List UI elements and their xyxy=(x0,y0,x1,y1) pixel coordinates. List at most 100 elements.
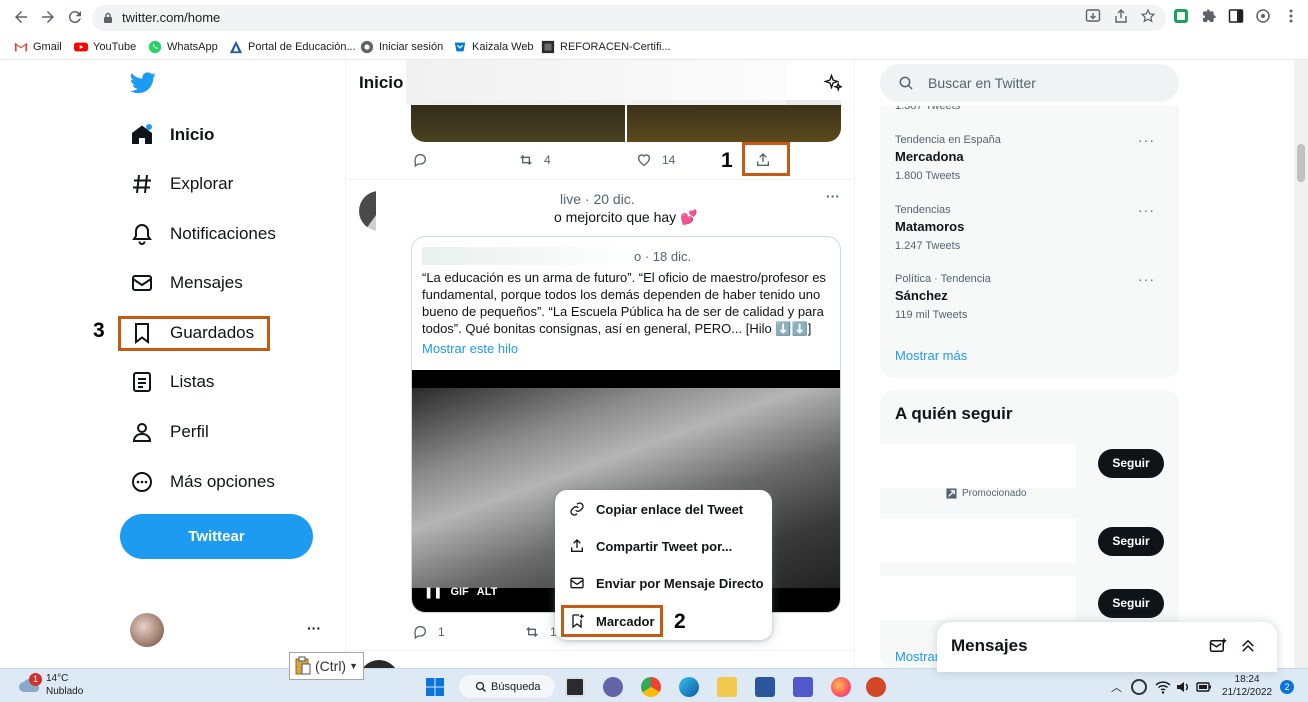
side-panel-icon[interactable] xyxy=(1228,8,1246,26)
star-icon[interactable] xyxy=(1140,8,1158,26)
bookmark-gmail[interactable]: Gmail xyxy=(14,39,62,55)
twitter-logo-icon[interactable] xyxy=(130,72,156,96)
sparkle-icon[interactable] xyxy=(824,74,842,92)
tweet1-like-button[interactable]: 14 xyxy=(636,152,675,168)
weather-badge: 1 xyxy=(29,673,42,686)
windows-start-icon[interactable] xyxy=(425,677,445,697)
share-page-icon[interactable] xyxy=(1113,8,1131,26)
new-message-icon[interactable] xyxy=(1209,637,1227,655)
tweet2-reply-button[interactable]: 1 xyxy=(412,624,445,640)
tweet1-reply-button[interactable] xyxy=(412,152,428,168)
left-navigation: Inicio Explorar Notificaciones Mensajes … xyxy=(0,60,345,668)
nav-item-perfil[interactable]: Perfil xyxy=(130,410,209,454)
page-scrollbar[interactable] xyxy=(1294,60,1308,668)
edge-icon[interactable] xyxy=(679,677,699,697)
address-bar[interactable]: twitter.com/home xyxy=(92,5,1166,31)
battery-icon[interactable] xyxy=(1196,679,1212,695)
reforacen-icon xyxy=(541,40,555,54)
tweet1-image-right[interactable] xyxy=(627,100,841,142)
extensions-puzzle-icon[interactable] xyxy=(1201,8,1219,26)
taskbar-search[interactable]: Búsqueda xyxy=(458,674,556,699)
highlight-guardados xyxy=(118,316,270,351)
file-explorer-icon[interactable] xyxy=(717,677,737,697)
browser-menu-icon[interactable] xyxy=(1283,8,1301,26)
gmail-icon xyxy=(14,42,28,52)
chrome-icon[interactable] xyxy=(641,677,661,697)
bookmark-portal-educacion[interactable]: Portal de Educación... xyxy=(229,39,356,55)
trend-more-icon[interactable]: ··· xyxy=(1138,202,1155,218)
bell-icon xyxy=(132,223,152,245)
link-icon xyxy=(570,502,584,516)
menu-copy-link[interactable]: Copiar enlace del Tweet xyxy=(569,498,743,520)
tray-overflow-icon[interactable]: ︿ xyxy=(1111,679,1122,695)
tweet1-image-left[interactable] xyxy=(411,100,625,142)
extension-green-icon[interactable] xyxy=(1173,8,1191,26)
tweet-button[interactable]: Twittear xyxy=(120,514,313,559)
taskbar-clock[interactable]: 18:24 21/12/2022 xyxy=(1222,673,1272,699)
nav-item-explorar[interactable]: Explorar xyxy=(130,162,233,206)
notification-badge[interactable]: 2 xyxy=(1280,680,1294,694)
messages-drawer[interactable]: Mensajes xyxy=(937,622,1277,672)
wifi-icon[interactable] xyxy=(1155,679,1171,695)
account-more-icon[interactable]: ··· xyxy=(307,620,321,636)
back-icon[interactable] xyxy=(12,8,32,28)
tweet1-retweet-button[interactable]: 4 xyxy=(518,152,551,168)
blurred-suggestion xyxy=(880,444,1076,488)
follow-show-more-link[interactable]: Mostrar xyxy=(895,649,939,664)
alt-badge[interactable]: ALT xyxy=(477,586,498,599)
weather-widget[interactable]: 14°C Nublado xyxy=(46,673,83,697)
kaizala-icon xyxy=(454,42,466,52)
sync-icon[interactable] xyxy=(1131,679,1147,695)
expand-drawer-icon[interactable] xyxy=(1239,637,1257,655)
menu-send-dm[interactable]: Enviar por Mensaje Directo xyxy=(569,572,764,594)
volume-icon[interactable] xyxy=(1175,679,1191,695)
menu-share-via[interactable]: Compartir Tweet por... xyxy=(569,535,732,557)
chat-icon[interactable] xyxy=(603,677,623,697)
timeline-header: Inicio xyxy=(346,60,854,105)
profile-extension-icon[interactable] xyxy=(1255,8,1273,26)
powerpoint-icon[interactable] xyxy=(866,677,886,697)
url-text: twitter.com/home xyxy=(122,10,221,25)
bookmark-iniciar-sesion[interactable]: Iniciar sesión xyxy=(360,39,443,55)
word-icon[interactable] xyxy=(755,677,775,697)
pause-icon[interactable]: ❚❚ xyxy=(424,586,442,599)
trends-show-more-link[interactable]: Mostrar más xyxy=(895,348,967,363)
follow-button[interactable]: Seguir xyxy=(1098,527,1164,556)
bookmark-youtube[interactable]: YouTube xyxy=(74,39,136,55)
trend-item[interactable]: Tendencia en España Mercadona 1.800 Twee… xyxy=(895,132,1165,182)
search-input[interactable]: Buscar en Twitter xyxy=(880,64,1179,102)
task-view-icon[interactable] xyxy=(565,677,585,697)
trend-more-icon[interactable]: ··· xyxy=(1138,132,1155,148)
paste-options-button[interactable]: (Ctrl) ▼ xyxy=(289,652,364,680)
follow-button[interactable]: Seguir xyxy=(1098,589,1164,618)
reload-icon[interactable] xyxy=(66,8,86,28)
trend-item[interactable]: Política · Tendencia Sánchez 119 mil Twe… xyxy=(895,271,1165,321)
forward-icon[interactable] xyxy=(39,8,59,28)
tweet2-more-icon[interactable]: ··· xyxy=(826,188,840,204)
scrollbar-thumb[interactable] xyxy=(1297,144,1305,182)
bookmark-whatsapp[interactable]: WhatsApp xyxy=(148,39,218,55)
bookmark-kaizala[interactable]: Kaizala Web xyxy=(453,39,534,55)
teams-icon[interactable] xyxy=(793,677,813,697)
show-thread-link[interactable]: Mostrar este hilo xyxy=(422,341,518,356)
nav-item-mas-opciones[interactable]: Más opciones xyxy=(130,460,275,504)
follow-button[interactable]: Seguir xyxy=(1098,449,1164,478)
tweet2-retweet-button[interactable]: 1 xyxy=(524,624,557,640)
install-app-icon[interactable] xyxy=(1085,8,1103,26)
blurred-author xyxy=(376,185,551,235)
tweet3-avatar[interactable] xyxy=(359,660,399,668)
mail-icon xyxy=(570,577,584,589)
promoted-icon xyxy=(946,488,957,499)
nav-item-inicio[interactable]: Inicio xyxy=(130,113,214,157)
bookmark-reforacen[interactable]: REFORACEN-Certifi... xyxy=(541,39,671,55)
blurred-quote-author xyxy=(422,247,642,265)
firefox-icon[interactable] xyxy=(831,677,851,697)
account-avatar[interactable] xyxy=(130,613,164,647)
nav-item-notificaciones[interactable]: Notificaciones xyxy=(130,212,276,256)
nav-item-mensajes[interactable]: Mensajes xyxy=(130,261,243,305)
trend-item[interactable]: Tendencias Matamoros 1.247 Tweets ··· xyxy=(895,202,1165,252)
trend-more-icon[interactable]: ··· xyxy=(1138,271,1155,287)
blurred-suggestion xyxy=(880,519,1076,563)
nav-item-listas[interactable]: Listas xyxy=(130,360,214,404)
search-icon xyxy=(475,681,486,692)
